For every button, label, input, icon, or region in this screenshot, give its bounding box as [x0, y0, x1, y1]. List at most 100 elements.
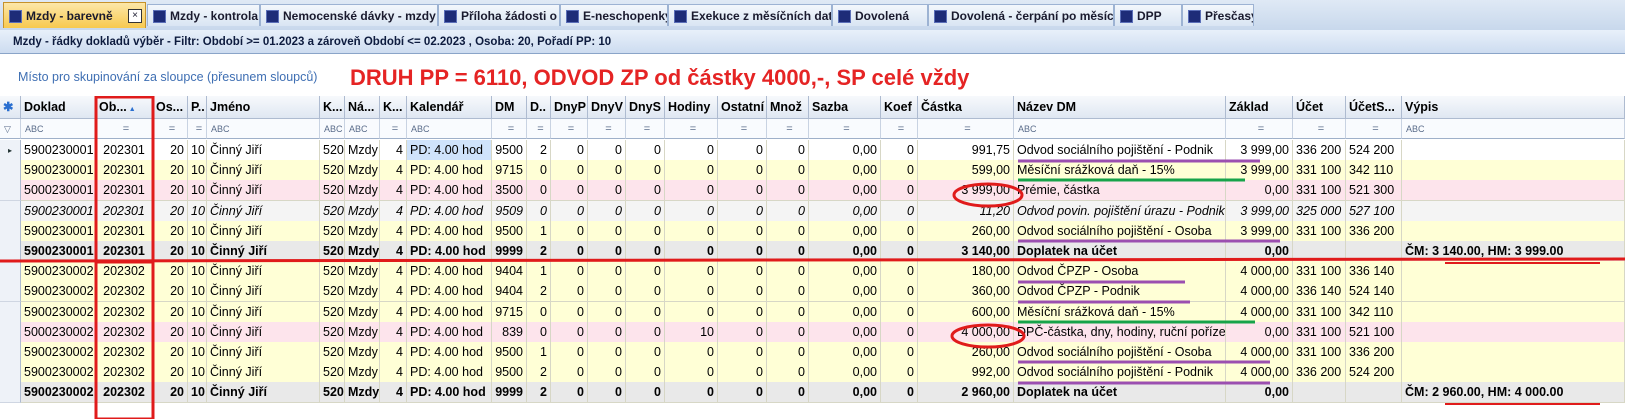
grid-cell[interactable]: 5900230001: [21, 241, 96, 262]
grid-cell[interactable]: [1346, 241, 1402, 262]
column-filter-cell[interactable]: ABC: [21, 119, 96, 139]
grid-cell[interactable]: 0: [881, 180, 918, 202]
grid-cell[interactable]: 9509: [492, 200, 527, 222]
grid-cell[interactable]: 0,00: [809, 200, 881, 222]
grid-cell[interactable]: PD: 4.00 hod: [407, 342, 492, 363]
grid-cell[interactable]: 202301: [96, 180, 153, 202]
grid-cell[interactable]: 0: [665, 362, 718, 384]
grid-cell[interactable]: 0: [588, 220, 626, 242]
grid-cell[interactable]: 9500: [492, 140, 527, 161]
grid-cell[interactable]: 520: [320, 321, 345, 343]
grid-cell[interactable]: 0: [767, 342, 809, 363]
grid-cell[interactable]: 0: [551, 261, 588, 283]
grid-cell[interactable]: Mzdy: [345, 342, 380, 363]
grid-cell[interactable]: 599,00: [918, 160, 1014, 182]
grid-cell[interactable]: 0: [665, 342, 718, 363]
grid-cell[interactable]: 0: [527, 160, 551, 182]
filter-icon[interactable]: ▽: [0, 119, 21, 139]
grid-cell[interactable]: 520: [320, 362, 345, 384]
grid-cell[interactable]: Činný Jiří: [207, 301, 320, 323]
grid-cell[interactable]: [1402, 140, 1625, 161]
column-filter-cell[interactable]: =: [918, 119, 1014, 139]
column-filter-cell[interactable]: =: [1293, 119, 1346, 139]
grid-cell[interactable]: 0: [767, 261, 809, 283]
grid-cell[interactable]: 0: [626, 281, 665, 303]
grid-cell[interactable]: 10: [665, 321, 718, 343]
column-header[interactable]: Hodiny: [665, 96, 718, 119]
grid-cell[interactable]: 0: [626, 321, 665, 343]
grid-cell[interactable]: [1402, 160, 1625, 182]
grid-cell[interactable]: 20: [153, 241, 188, 262]
grid-cell[interactable]: 3 999,00: [1226, 140, 1293, 161]
column-filter-cell[interactable]: =: [665, 119, 718, 139]
grid-cell[interactable]: 0: [527, 321, 551, 343]
grid-cell[interactable]: 0: [588, 281, 626, 303]
grid-cell[interactable]: 0,00: [809, 220, 881, 242]
grid-cell[interactable]: 0: [718, 241, 767, 262]
grid-cell[interactable]: ČM: 2 960.00, HM: 4 000.00: [1402, 382, 1625, 404]
column-filter-cell[interactable]: =: [1346, 119, 1402, 139]
grid-cell[interactable]: 520: [320, 342, 345, 363]
tab-10[interactable]: Přesčasy: [1182, 4, 1254, 26]
grid-cell[interactable]: 342 110: [1346, 301, 1402, 323]
grid-cell[interactable]: Činný Jiří: [207, 362, 320, 384]
grid-cell[interactable]: 4: [380, 160, 407, 182]
grid-cell[interactable]: 3 140,00: [918, 241, 1014, 262]
grid-cell[interactable]: 202301: [96, 241, 153, 262]
column-header[interactable]: Kalendář: [407, 96, 492, 119]
grid-cell[interactable]: 4: [380, 261, 407, 283]
column-filter-cell[interactable]: =: [588, 119, 626, 139]
grid-cell[interactable]: 4: [380, 281, 407, 303]
grid-cell[interactable]: 0,00: [809, 382, 881, 404]
grid-cell[interactable]: Odvod sociálního pojištění - Podnik: [1014, 140, 1226, 161]
grid-cell[interactable]: 2: [527, 362, 551, 384]
grid-cell[interactable]: 520: [320, 180, 345, 202]
grid-cell[interactable]: 0: [588, 241, 626, 262]
grid-cell[interactable]: Prémie, částka: [1014, 180, 1226, 202]
grid-cell[interactable]: 5900230001: [21, 160, 96, 182]
grid-cell[interactable]: Činný Jiří: [207, 241, 320, 262]
column-filter-cell[interactable]: ABC: [1014, 119, 1226, 139]
grid-cell[interactable]: 520: [320, 220, 345, 242]
grid-cell[interactable]: 0: [588, 261, 626, 283]
grid-cell[interactable]: 4: [380, 200, 407, 222]
grid-cell[interactable]: 20: [153, 140, 188, 161]
grid-cell[interactable]: 4 000,00: [1226, 301, 1293, 323]
grid-cell[interactable]: 20: [153, 281, 188, 303]
grid-cell[interactable]: 336 200: [1346, 342, 1402, 363]
grid-cell[interactable]: 331 100: [1293, 342, 1346, 363]
column-filter-cell[interactable]: =: [881, 119, 918, 139]
grid-cell[interactable]: 10: [188, 362, 207, 384]
grid-cell[interactable]: 5900230002: [21, 342, 96, 363]
grid-cell[interactable]: PD: 4.00 hod: [407, 241, 492, 262]
tab-7[interactable]: Dovolená: [832, 4, 928, 26]
grid-cell[interactable]: 520: [320, 382, 345, 404]
column-filter-cell[interactable]: ABC: [407, 119, 492, 139]
grid-cell[interactable]: 10: [188, 342, 207, 363]
grid-cell[interactable]: 3 999,00: [1226, 160, 1293, 182]
grid-cell[interactable]: 600,00: [918, 301, 1014, 323]
grid-cell[interactable]: PD: 4.00 hod: [407, 140, 492, 161]
grid-cell[interactable]: 0: [767, 241, 809, 262]
grid-cell[interactable]: Činný Jiří: [207, 160, 320, 182]
grid-cell[interactable]: 0: [718, 160, 767, 182]
grid-cell[interactable]: Činný Jiří: [207, 220, 320, 242]
grid-cell[interactable]: 0: [718, 261, 767, 283]
grid-cell[interactable]: 0: [718, 382, 767, 404]
row-selector[interactable]: [0, 220, 21, 242]
grid-cell[interactable]: 5900230002: [21, 261, 96, 283]
grid-cell[interactable]: 0: [551, 220, 588, 242]
grid-cell[interactable]: 524 200: [1346, 362, 1402, 384]
grid-cell[interactable]: 0: [718, 200, 767, 222]
grid-cell[interactable]: 331 100: [1293, 261, 1346, 283]
grid-cell[interactable]: 520: [320, 200, 345, 222]
grid-cell[interactable]: PD: 4.00 hod: [407, 160, 492, 182]
grid-cell[interactable]: Odvod povin. pojištění úrazu - Podnik: [1014, 200, 1226, 222]
column-filter-cell[interactable]: =: [551, 119, 588, 139]
grid-cell[interactable]: 0: [767, 140, 809, 161]
grid-cell[interactable]: 10: [188, 241, 207, 262]
grid-cell[interactable]: 0: [665, 241, 718, 262]
grid-cell[interactable]: 5900230001: [21, 220, 96, 242]
grid-cell[interactable]: PD: 4.00 hod: [407, 382, 492, 404]
row-selector[interactable]: [0, 362, 21, 384]
